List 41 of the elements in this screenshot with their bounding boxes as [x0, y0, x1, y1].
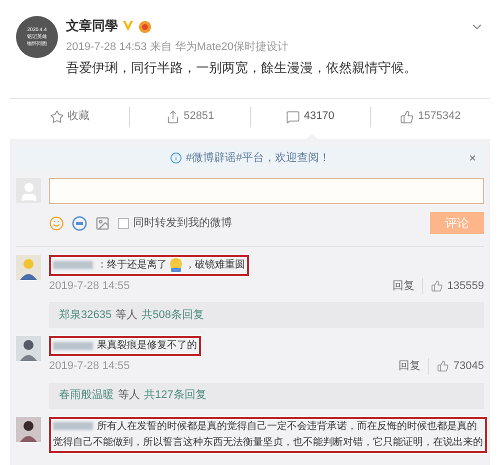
thumbs-up-icon — [431, 280, 444, 292]
reply-button[interactable]: 回复 — [392, 278, 424, 294]
replies-middle-text: 等人 — [116, 308, 138, 323]
image-icon[interactable] — [95, 216, 110, 230]
comment-time: 2019-7-28 14:55 — [49, 278, 130, 294]
info-icon — [170, 152, 182, 164]
comment-icon — [286, 110, 300, 124]
action-button[interactable]: 1575342 — [400, 108, 461, 125]
emoji-icon — [168, 257, 184, 273]
badge-icon — [138, 18, 152, 33]
smiley-icon[interactable] — [49, 216, 64, 230]
star-icon — [50, 110, 64, 124]
reply-user-link[interactable]: 郑泉32635 — [59, 306, 112, 324]
thumbs-up-icon — [437, 360, 450, 372]
reply-button[interactable]: 回复 — [398, 358, 430, 375]
action-button[interactable]: 收藏 — [50, 108, 90, 125]
comment-input[interactable] — [49, 178, 484, 204]
author-name[interactable]: 文章同學 — [66, 16, 118, 36]
comment-time: 2019-7-28 14:55 — [49, 359, 130, 374]
action-button[interactable]: 52851 — [166, 108, 214, 125]
post-text: 吾爱伊琍，同行半路，一别两宽，餘生漫漫，依然親情守候。 — [66, 59, 418, 77]
comment-text: 觉得自己不能做到，所以誓言这种东西无法衡量坚贞，也不能判断对错，它只能证明，在说出来的 — [53, 436, 483, 450]
share-icon — [166, 110, 180, 124]
thumbs-up-icon — [400, 110, 414, 124]
repost-label: 同时转发到我的微博 — [133, 216, 232, 231]
like-button[interactable]: 73045 — [429, 358, 484, 375]
comment-text: ，破镜难重圆 — [185, 260, 245, 271]
reply-user-link[interactable]: 春雨般温暖 — [59, 387, 114, 404]
replies-count-link[interactable]: 共127条回复 — [144, 387, 206, 404]
comment-text: ：终于还是离了 — [97, 260, 167, 271]
replies-middle-text: 等人 — [118, 388, 140, 404]
close-button[interactable]: × — [468, 149, 476, 167]
post-meta: 2019-7-28 14:53 来自 华为Mate20保时捷设计 — [66, 40, 290, 54]
blurred-username[interactable] — [53, 342, 93, 350]
comment-text: 果真裂痕是修复不了的 — [97, 340, 197, 352]
like-button[interactable]: 135559 — [423, 278, 484, 294]
action-button[interactable]: 43170 — [286, 108, 334, 125]
replies-count-link[interactable]: 共508条回复 — [142, 306, 204, 324]
notice-text: #微博辟谣#平台，欢迎查阅！ — [186, 150, 330, 166]
comment-text: 所有人在发誓的时候都是真的觉得自己一定不会违背承诺，而在反悔的时候也都是真的 — [97, 420, 477, 432]
checkbox[interactable] — [118, 218, 129, 228]
